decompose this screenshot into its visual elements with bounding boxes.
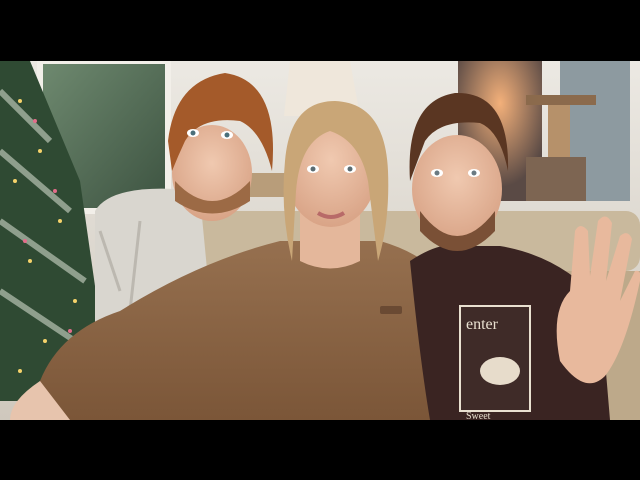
scene-illustration: enter Sweet [0,61,640,420]
shirt-print-bottom: Sweet [466,411,491,420]
shirt-print-top: enter [466,316,499,333]
bookshelf [248,173,288,197]
video-frame: enter Sweet [0,61,640,420]
letterbox-bottom [0,420,640,480]
letterbox-top [0,0,640,61]
